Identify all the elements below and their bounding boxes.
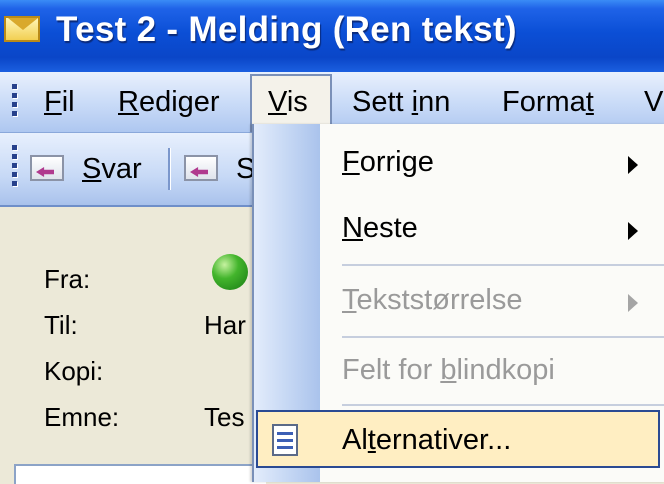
subject-label: Emne: xyxy=(44,402,120,432)
message-body[interactable] xyxy=(14,464,266,484)
envelope-icon xyxy=(4,16,40,42)
to-label: Til: xyxy=(44,310,78,340)
menu-vis[interactable]: Vis xyxy=(268,86,308,119)
reply-envelope-icon xyxy=(30,155,64,181)
menu-item-neste[interactable]: Neste xyxy=(342,212,418,245)
from-label: Fra: xyxy=(44,264,91,294)
menu-verktoy-cut[interactable]: V xyxy=(644,86,663,119)
menu-separator xyxy=(342,336,664,338)
vis-dropdown-menu: Forrige Neste Tekststørrelse Felt for bl… xyxy=(252,124,664,482)
reply-all-envelope-icon xyxy=(184,155,218,181)
menu-item-forrige[interactable]: Forrige xyxy=(342,146,434,179)
cc-label: Kopi: xyxy=(44,356,104,386)
menu-rediger[interactable]: Rediger xyxy=(118,86,220,119)
submenu-arrow-icon xyxy=(628,294,638,312)
subject-value[interactable]: Tes xyxy=(204,402,244,433)
options-icon xyxy=(272,424,298,456)
window-title: Test 2 - Melding (Ren tekst) xyxy=(56,10,517,49)
menubar-grip[interactable] xyxy=(12,84,18,120)
menu-item-alternativer[interactable]: Alternativer... xyxy=(342,424,511,457)
menu-sett-inn[interactable]: Sett inn xyxy=(352,86,450,119)
to-value[interactable]: Har xyxy=(204,310,246,341)
reply-button[interactable]: Svar xyxy=(30,147,150,193)
menu-format[interactable]: Format xyxy=(502,86,594,119)
reply-all-button[interactable]: S xyxy=(184,147,255,193)
menu-separator xyxy=(342,264,664,266)
submenu-arrow-icon xyxy=(628,156,638,174)
menu-item-tekststorrelse[interactable]: Tekststørrelse xyxy=(342,284,522,317)
toolbar-grip[interactable] xyxy=(12,145,18,190)
submenu-arrow-icon xyxy=(628,222,638,240)
title-bar[interactable]: Test 2 - Melding (Ren tekst) xyxy=(0,0,664,72)
menu-separator xyxy=(342,404,664,406)
toolbar-separator xyxy=(168,148,170,190)
menu-item-felt-for-blindkopi[interactable]: Felt for blindkopi xyxy=(342,354,555,387)
menu-fil[interactable]: Fil xyxy=(44,86,75,119)
presence-online-icon[interactable] xyxy=(212,254,248,290)
